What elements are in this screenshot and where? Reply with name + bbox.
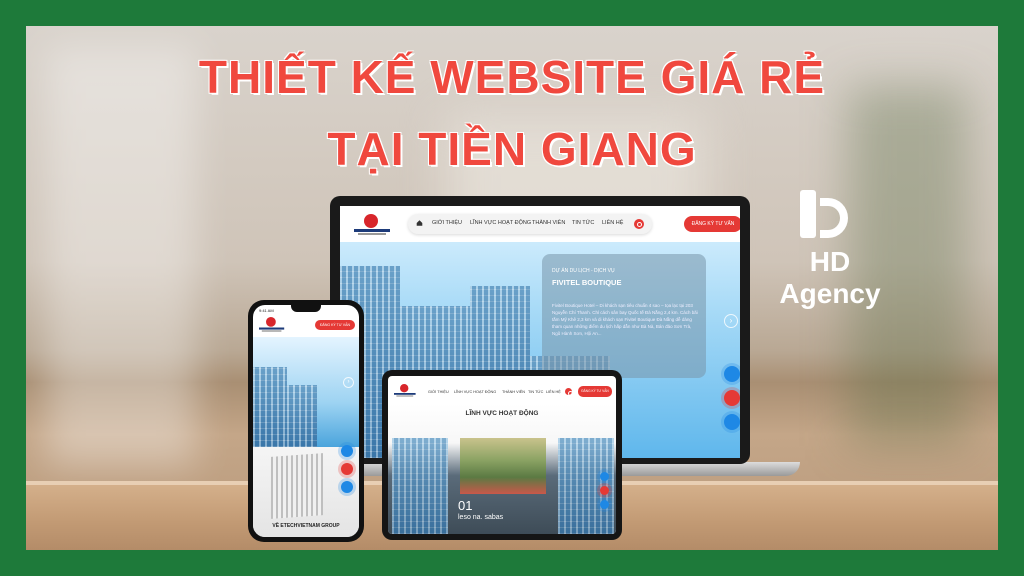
tablet-zalo-icon[interactable] — [600, 472, 609, 481]
card-title: FIVITEL BOUTIQUE — [552, 278, 622, 287]
menu-item-thanh-vien[interactable]: THÀNH VIÊN — [532, 220, 565, 226]
phone-hero: › — [253, 337, 359, 447]
next-arrow-icon[interactable]: › — [724, 314, 738, 328]
tablet-menu-linh-vuc[interactable]: LĨNH VỰC HOẠT ĐỘNG — [454, 390, 496, 394]
phone-notch — [291, 305, 321, 312]
tablet-consult-button[interactable]: ĐĂNG KÝ TƯ VẤN — [578, 386, 612, 397]
tablet-city-image — [460, 438, 546, 494]
phone-section-title: VỀ ETECHVIETNAM GROUP — [272, 523, 340, 529]
tablet-site-logo[interactable] — [394, 384, 416, 397]
project-card: DỰ ÁN DU LỊCH - DỊCH VỤ FIVITEL BOUTIQUE… — [542, 254, 706, 378]
brand-name: HD Agency — [779, 246, 881, 309]
home-icon[interactable] — [416, 219, 423, 227]
zalo-icon[interactable] — [724, 366, 740, 382]
menu-item-tin-tuc[interactable]: TIN TỨC — [572, 220, 594, 226]
consult-button[interactable]: ĐĂNG KÝ TƯ VẤN — [684, 216, 740, 232]
tablet-device: GIỚI THIỆU LĨNH VỰC HOẠT ĐỘNG THÀNH VIÊN… — [382, 370, 622, 540]
menu-item-gioi-thieu[interactable]: GIỚI THIỆU — [432, 220, 462, 226]
building-glass — [392, 438, 448, 534]
tablet-navbar: GIỚI THIỆU LĨNH VỰC HOẠT ĐỘNG THÀNH VIÊN… — [388, 382, 616, 402]
card-body: Fivitel Boutique Hotel – Di khách sạn ti… — [552, 303, 698, 336]
hd-agency-logo: HD Agency — [760, 190, 900, 309]
tablet-slide-number: 01 — [458, 498, 473, 513]
tablet-menu-gioi-thieu[interactable]: GIỚI THIỆU — [428, 390, 449, 394]
phone-device: 9:41 AM ĐĂNG KÝ TƯ VẤN › VỀ ETECHVIETNAM… — [248, 300, 364, 542]
building-glass — [287, 385, 317, 447]
headline-line-2: TẠI TIỀN GIANG — [327, 123, 697, 175]
menu-item-linh-vuc[interactable]: LĨNH VỰC HOẠT ĐỘNG — [470, 220, 531, 226]
tablet-menu-thanh-vien[interactable]: THÀNH VIÊN — [502, 390, 525, 394]
tablet-slide-caption: leso na. sabas — [458, 514, 504, 521]
tablet-messenger-icon[interactable] — [600, 500, 609, 509]
laptop-navbar: GIỚI THIỆU LĨNH VỰC HOẠT ĐỘNG THÀNH VIÊN… — [340, 206, 740, 242]
site-logo[interactable] — [354, 214, 390, 236]
tablet-section-title: LĨNH VỰC HOẠT ĐỘNG — [465, 410, 539, 417]
search-icon[interactable] — [634, 219, 644, 229]
building-glass — [253, 367, 287, 447]
menu-item-lien-he[interactable]: LIÊN HỆ — [602, 220, 623, 226]
phone-screen: 9:41 AM ĐĂNG KÝ TƯ VẤN › VỀ ETECHVIETNAM… — [253, 305, 359, 537]
headline-line-1: THIẾT KẾ WEBSITE GIÁ RẺ — [198, 51, 826, 103]
phone-site-logo[interactable] — [259, 317, 285, 332]
phone-consult-button[interactable]: ĐĂNG KÝ TƯ VẤN — [315, 320, 355, 330]
phone-time: 9:41 AM — [259, 308, 274, 313]
phone-zalo-icon[interactable] — [341, 445, 353, 457]
tablet-call-icon[interactable] — [600, 486, 609, 495]
tablet-screen: GIỚI THIỆU LĨNH VỰC HOẠT ĐỘNG THÀNH VIÊN… — [388, 376, 616, 534]
card-kicker: DỰ ÁN DU LỊCH - DỊCH VỤ — [552, 268, 615, 274]
window-blur — [46, 46, 196, 466]
tablet-search-icon[interactable] — [565, 388, 573, 396]
hd-logo-mark-icon — [800, 190, 856, 238]
phone-next-arrow-icon[interactable]: › — [343, 377, 354, 388]
tablet-menu-lien-he[interactable]: LIÊN HỆ — [546, 390, 561, 394]
phone-messenger-icon[interactable] — [341, 481, 353, 493]
phone-icon[interactable] — [724, 390, 740, 406]
phone-call-icon[interactable] — [341, 463, 353, 475]
phone-building-sketch — [271, 453, 323, 519]
tablet-menu-tin-tuc[interactable]: TIN TỨC — [528, 390, 543, 394]
main-menu: GIỚI THIỆU LĨNH VỰC HOẠT ĐỘNG THÀNH VIÊN… — [408, 214, 652, 234]
messenger-icon[interactable] — [724, 414, 740, 430]
